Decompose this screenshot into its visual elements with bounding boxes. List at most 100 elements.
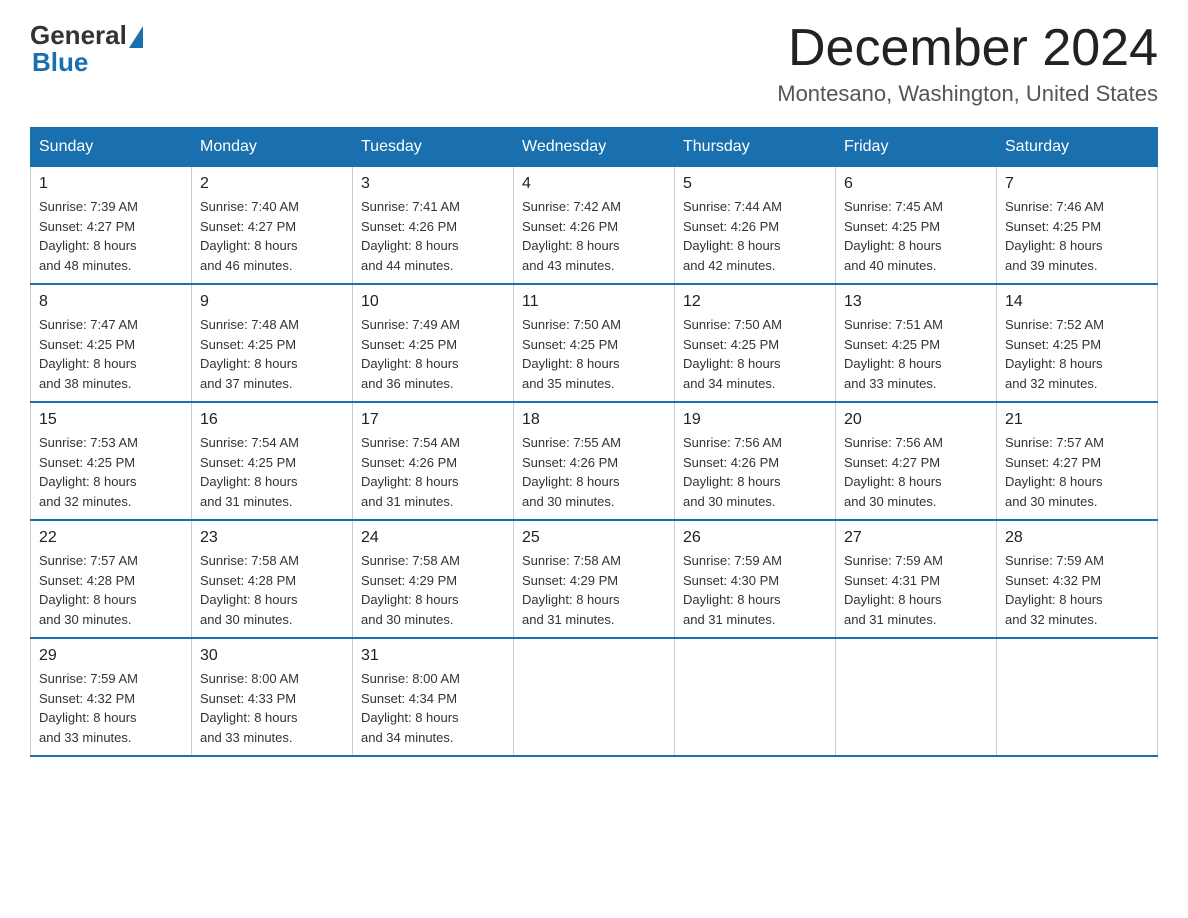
calendar-header-row: SundayMondayTuesdayWednesdayThursdayFrid…	[31, 128, 1158, 167]
week-row-3: 15 Sunrise: 7:53 AM Sunset: 4:25 PM Dayl…	[31, 402, 1158, 520]
day-info: Sunrise: 8:00 AM Sunset: 4:34 PM Dayligh…	[361, 669, 505, 747]
day-number: 29	[39, 647, 183, 665]
week-row-2: 8 Sunrise: 7:47 AM Sunset: 4:25 PM Dayli…	[31, 284, 1158, 402]
day-info: Sunrise: 7:59 AM Sunset: 4:32 PM Dayligh…	[1005, 551, 1149, 629]
calendar-cell: 6 Sunrise: 7:45 AM Sunset: 4:25 PM Dayli…	[836, 167, 997, 285]
day-number: 23	[200, 529, 344, 547]
day-info: Sunrise: 7:39 AM Sunset: 4:27 PM Dayligh…	[39, 197, 183, 275]
day-number: 25	[522, 529, 666, 547]
day-number: 8	[39, 293, 183, 311]
logo-blue-text: Blue	[32, 47, 88, 78]
day-number: 22	[39, 529, 183, 547]
day-info: Sunrise: 7:56 AM Sunset: 4:27 PM Dayligh…	[844, 433, 988, 511]
day-info: Sunrise: 7:40 AM Sunset: 4:27 PM Dayligh…	[200, 197, 344, 275]
logo: General Blue	[30, 20, 143, 78]
calendar-cell: 8 Sunrise: 7:47 AM Sunset: 4:25 PM Dayli…	[31, 284, 192, 402]
calendar-cell: 4 Sunrise: 7:42 AM Sunset: 4:26 PM Dayli…	[514, 167, 675, 285]
calendar-cell	[836, 638, 997, 756]
day-number: 15	[39, 411, 183, 429]
day-info: Sunrise: 7:53 AM Sunset: 4:25 PM Dayligh…	[39, 433, 183, 511]
day-number: 21	[1005, 411, 1149, 429]
header-saturday: Saturday	[997, 128, 1158, 167]
calendar-cell: 30 Sunrise: 8:00 AM Sunset: 4:33 PM Dayl…	[192, 638, 353, 756]
day-number: 28	[1005, 529, 1149, 547]
calendar-cell: 20 Sunrise: 7:56 AM Sunset: 4:27 PM Dayl…	[836, 402, 997, 520]
day-info: Sunrise: 7:54 AM Sunset: 4:26 PM Dayligh…	[361, 433, 505, 511]
calendar-cell	[997, 638, 1158, 756]
day-number: 13	[844, 293, 988, 311]
day-number: 6	[844, 175, 988, 193]
calendar-cell: 17 Sunrise: 7:54 AM Sunset: 4:26 PM Dayl…	[353, 402, 514, 520]
header-tuesday: Tuesday	[353, 128, 514, 167]
calendar-cell: 31 Sunrise: 8:00 AM Sunset: 4:34 PM Dayl…	[353, 638, 514, 756]
day-number: 9	[200, 293, 344, 311]
day-number: 14	[1005, 293, 1149, 311]
day-info: Sunrise: 7:58 AM Sunset: 4:29 PM Dayligh…	[522, 551, 666, 629]
week-row-5: 29 Sunrise: 7:59 AM Sunset: 4:32 PM Dayl…	[31, 638, 1158, 756]
day-number: 27	[844, 529, 988, 547]
day-number: 10	[361, 293, 505, 311]
calendar-cell: 1 Sunrise: 7:39 AM Sunset: 4:27 PM Dayli…	[31, 167, 192, 285]
calendar-cell: 14 Sunrise: 7:52 AM Sunset: 4:25 PM Dayl…	[997, 284, 1158, 402]
calendar-cell: 18 Sunrise: 7:55 AM Sunset: 4:26 PM Dayl…	[514, 402, 675, 520]
day-info: Sunrise: 7:50 AM Sunset: 4:25 PM Dayligh…	[683, 315, 827, 393]
header-thursday: Thursday	[675, 128, 836, 167]
location-title: Montesano, Washington, United States	[777, 81, 1158, 107]
day-info: Sunrise: 7:46 AM Sunset: 4:25 PM Dayligh…	[1005, 197, 1149, 275]
day-info: Sunrise: 7:49 AM Sunset: 4:25 PM Dayligh…	[361, 315, 505, 393]
day-info: Sunrise: 7:42 AM Sunset: 4:26 PM Dayligh…	[522, 197, 666, 275]
page-header: General Blue December 2024 Montesano, Wa…	[30, 20, 1158, 107]
calendar-cell: 29 Sunrise: 7:59 AM Sunset: 4:32 PM Dayl…	[31, 638, 192, 756]
day-number: 1	[39, 175, 183, 193]
day-info: Sunrise: 7:56 AM Sunset: 4:26 PM Dayligh…	[683, 433, 827, 511]
calendar-cell: 2 Sunrise: 7:40 AM Sunset: 4:27 PM Dayli…	[192, 167, 353, 285]
calendar-cell: 27 Sunrise: 7:59 AM Sunset: 4:31 PM Dayl…	[836, 520, 997, 638]
day-info: Sunrise: 7:54 AM Sunset: 4:25 PM Dayligh…	[200, 433, 344, 511]
day-info: Sunrise: 7:55 AM Sunset: 4:26 PM Dayligh…	[522, 433, 666, 511]
calendar-cell: 26 Sunrise: 7:59 AM Sunset: 4:30 PM Dayl…	[675, 520, 836, 638]
calendar-cell	[675, 638, 836, 756]
calendar-cell: 19 Sunrise: 7:56 AM Sunset: 4:26 PM Dayl…	[675, 402, 836, 520]
header-monday: Monday	[192, 128, 353, 167]
logo-triangle-icon	[129, 26, 143, 48]
day-number: 5	[683, 175, 827, 193]
calendar-table: SundayMondayTuesdayWednesdayThursdayFrid…	[30, 127, 1158, 757]
week-row-1: 1 Sunrise: 7:39 AM Sunset: 4:27 PM Dayli…	[31, 167, 1158, 285]
calendar-cell: 25 Sunrise: 7:58 AM Sunset: 4:29 PM Dayl…	[514, 520, 675, 638]
day-info: Sunrise: 7:59 AM Sunset: 4:30 PM Dayligh…	[683, 551, 827, 629]
day-info: Sunrise: 7:58 AM Sunset: 4:29 PM Dayligh…	[361, 551, 505, 629]
day-info: Sunrise: 7:47 AM Sunset: 4:25 PM Dayligh…	[39, 315, 183, 393]
day-number: 18	[522, 411, 666, 429]
header-wednesday: Wednesday	[514, 128, 675, 167]
calendar-cell: 12 Sunrise: 7:50 AM Sunset: 4:25 PM Dayl…	[675, 284, 836, 402]
day-number: 11	[522, 293, 666, 311]
calendar-cell: 11 Sunrise: 7:50 AM Sunset: 4:25 PM Dayl…	[514, 284, 675, 402]
day-number: 31	[361, 647, 505, 665]
day-info: Sunrise: 7:50 AM Sunset: 4:25 PM Dayligh…	[522, 315, 666, 393]
calendar-cell: 15 Sunrise: 7:53 AM Sunset: 4:25 PM Dayl…	[31, 402, 192, 520]
calendar-cell: 22 Sunrise: 7:57 AM Sunset: 4:28 PM Dayl…	[31, 520, 192, 638]
calendar-cell: 16 Sunrise: 7:54 AM Sunset: 4:25 PM Dayl…	[192, 402, 353, 520]
day-number: 30	[200, 647, 344, 665]
day-number: 16	[200, 411, 344, 429]
calendar-cell: 24 Sunrise: 7:58 AM Sunset: 4:29 PM Dayl…	[353, 520, 514, 638]
day-info: Sunrise: 7:45 AM Sunset: 4:25 PM Dayligh…	[844, 197, 988, 275]
day-number: 2	[200, 175, 344, 193]
calendar-cell: 10 Sunrise: 7:49 AM Sunset: 4:25 PM Dayl…	[353, 284, 514, 402]
calendar-cell: 21 Sunrise: 7:57 AM Sunset: 4:27 PM Dayl…	[997, 402, 1158, 520]
day-number: 12	[683, 293, 827, 311]
header-friday: Friday	[836, 128, 997, 167]
day-number: 7	[1005, 175, 1149, 193]
day-info: Sunrise: 7:57 AM Sunset: 4:27 PM Dayligh…	[1005, 433, 1149, 511]
calendar-cell: 28 Sunrise: 7:59 AM Sunset: 4:32 PM Dayl…	[997, 520, 1158, 638]
day-info: Sunrise: 7:48 AM Sunset: 4:25 PM Dayligh…	[200, 315, 344, 393]
day-info: Sunrise: 7:57 AM Sunset: 4:28 PM Dayligh…	[39, 551, 183, 629]
calendar-cell: 3 Sunrise: 7:41 AM Sunset: 4:26 PM Dayli…	[353, 167, 514, 285]
day-info: Sunrise: 7:59 AM Sunset: 4:32 PM Dayligh…	[39, 669, 183, 747]
day-number: 3	[361, 175, 505, 193]
day-number: 26	[683, 529, 827, 547]
day-number: 4	[522, 175, 666, 193]
week-row-4: 22 Sunrise: 7:57 AM Sunset: 4:28 PM Dayl…	[31, 520, 1158, 638]
title-section: December 2024 Montesano, Washington, Uni…	[777, 20, 1158, 107]
day-info: Sunrise: 8:00 AM Sunset: 4:33 PM Dayligh…	[200, 669, 344, 747]
